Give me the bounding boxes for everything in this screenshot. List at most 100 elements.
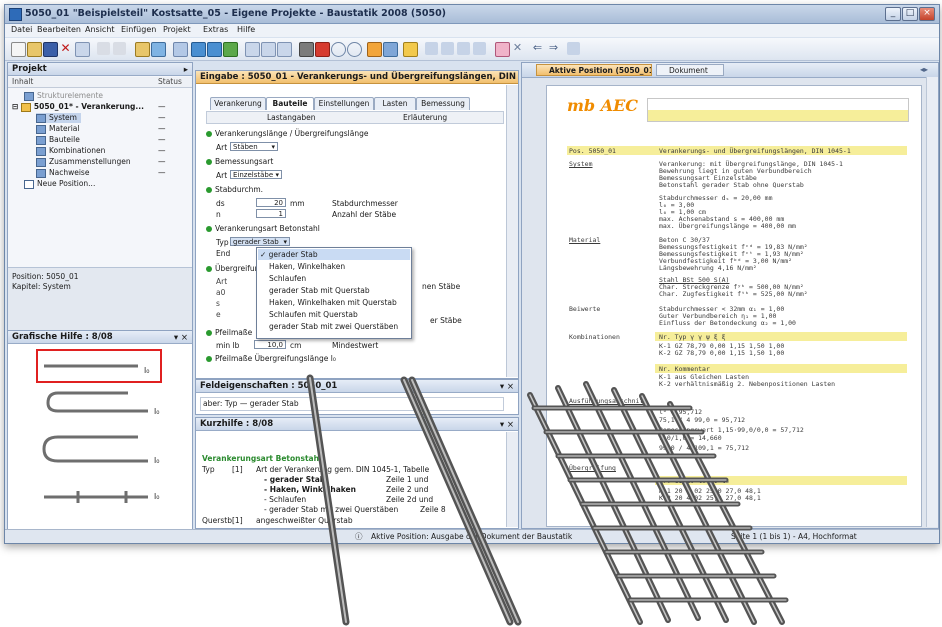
n-input[interactable]: 1 [256,209,286,218]
print-icon[interactable] [299,42,314,57]
calculate-icon[interactable] [135,42,150,57]
redo-icon[interactable] [113,42,126,55]
tab-einstellungen[interactable]: Einstellungen [314,97,374,110]
doc-tool-icon-3[interactable] [457,42,470,55]
doc-tool-icon-4[interactable] [473,42,486,55]
subtab-lastangaben[interactable]: Lastangaben [267,113,315,122]
tab-bauteile[interactable]: Bauteile [266,97,314,110]
pin-close-icon[interactable]: ▾ × [500,419,514,430]
menu-bearbeiten[interactable]: Bearbeiten [37,25,81,34]
menu-hilfe[interactable]: Hilfe [237,25,255,34]
doc-line: Längsbewehrung 4,16 N/mm² [659,264,757,272]
tree-item-neue-position[interactable]: Neue Position... [24,179,95,189]
edit-icon[interactable] [403,42,418,57]
title-bar[interactable]: 5050_01 "Beispielsteil" Kostsatte_05 - E… [5,5,939,24]
tab-bemessung[interactable]: Bemessung [416,97,470,110]
dropdown-option-schlaufen[interactable]: Schlaufen [269,274,306,283]
highlight-icon[interactable] [367,42,382,57]
min-lb-input[interactable]: 10,0 [254,340,286,349]
tab-active-position[interactable]: Aktive Position (5050_01) [536,64,652,76]
clear-icon[interactable]: ✕ [511,42,524,55]
dropdown-option-zwei-querstaebe[interactable]: gerader Stab mit zwei Querstäben [269,322,398,331]
document-scrollbar[interactable] [926,77,938,527]
collapse-icon[interactable]: ⊟ [12,102,21,111]
status-cell: — [158,113,166,122]
menu-projekt[interactable]: Projekt [163,25,191,34]
tab-lasten[interactable]: Lasten [374,97,416,110]
back-arrow-icon[interactable]: ⇐ [531,42,544,55]
zoom-out-icon[interactable] [347,42,362,57]
layout-icon[interactable] [173,42,188,57]
forward-arrow-icon[interactable]: ⇒ [547,42,560,55]
typ-select[interactable]: gerader Stab ▾ [230,237,290,246]
grid-icon[interactable] [207,42,222,57]
doc-tool-icon-5[interactable] [567,42,580,55]
column-inhalt[interactable]: Inhalt [12,77,33,87]
view-icon-3[interactable] [277,42,292,57]
view-icon-1[interactable] [245,42,260,57]
bemessungsart-select[interactable]: Einzelstäbe ▾ [230,170,282,179]
input-scrollbar[interactable] [506,85,518,377]
view-icon-2[interactable] [261,42,276,57]
pin-icon[interactable]: ▸ [184,64,188,75]
art-select[interactable]: Stäben ▾ [230,142,278,151]
menu-extras[interactable]: Extras [203,25,228,34]
dropdown-option-haken[interactable]: Haken, Winkelhaken [269,262,345,271]
tree-item-bauteile[interactable]: Bauteile [36,135,80,145]
field-properties-content: aber: Typ — gerader Stab [200,397,504,411]
menu-ansicht[interactable]: Ansicht [85,25,115,34]
close-button[interactable]: × [919,7,935,21]
undo-icon[interactable] [97,42,110,55]
copy-icon[interactable] [151,42,166,57]
dropdown-option-schlaufen-querstab[interactable]: Schlaufen mit Querstab [269,310,358,319]
chapter-icon [36,113,46,123]
ds-input[interactable]: 20 [256,198,286,207]
chart-icon[interactable] [191,42,206,57]
document-panel: Aktive Position (5050_01) Dokument ◂▸ mb… [521,62,939,529]
pin-close-icon[interactable]: ▾ × [174,332,188,343]
section-uebergreifung-label: Übergreifung [569,464,616,472]
doc-tool-icon-1[interactable] [425,42,438,55]
tree-item-position[interactable]: ⊟ 5050_01* - Verankerung... [12,102,144,112]
maximize-button[interactable]: □ [902,7,918,21]
short-help-panel: Kurzhilfe : 8/08 ▾ × Verankerungsart Bet… [195,417,519,529]
save-icon[interactable] [43,42,58,57]
project-panel-title: Projekt [12,64,47,74]
tab-scroll-arrows-icon[interactable]: ◂▸ [920,65,928,74]
chevron-down-icon: ▾ [275,171,279,179]
short-help-title: Kurzhilfe : 8/08 [200,419,274,429]
short-help-querstab-num: [1] [232,516,243,525]
short-help-scrollbar[interactable] [506,432,518,527]
mark-icon[interactable] [495,42,510,57]
tree-item-material[interactable]: Material [36,124,79,134]
tab-verankerung[interactable]: Verankerung [210,97,266,110]
dropdown-option-gerader-stab[interactable]: ✓ gerader Stab [260,250,318,259]
menu-einfuegen[interactable]: Einfügen [121,25,156,34]
tree-item-system[interactable]: System [36,113,81,123]
pin-close-icon[interactable]: ▾ × [500,381,514,392]
pdf-icon[interactable] [315,42,330,57]
window-icon[interactable] [383,42,398,57]
column-status[interactable]: Status [158,77,182,87]
open-icon[interactable] [27,42,42,57]
status-cell: — [158,135,166,144]
dropdown-option-gerader-stab-querstab[interactable]: gerader Stab mit Querstab [269,286,370,295]
status-page-info: Seite 1 (1 bis 1) - A4, Hochformat [731,532,857,541]
chapter-icon [36,135,46,145]
delete-icon[interactable]: ✕ [59,42,72,55]
new-icon[interactable] [11,42,26,57]
properties-icon[interactable] [75,42,90,57]
tree-item-nachweise[interactable]: Nachweise [36,168,89,178]
tree-item-kombinationen[interactable]: Kombinationen [36,146,105,156]
doc-line: Einfluss der Betondeckung α₂ = 1,00 [659,319,796,327]
export-icon[interactable] [223,42,238,57]
tree-item-strukturelemente[interactable]: Strukturelemente [24,91,103,101]
tree-item-zusammenstellungen[interactable]: Zusammenstellungen [36,157,131,167]
zoom-in-icon[interactable] [331,42,346,57]
doc-tool-icon-2[interactable] [441,42,454,55]
tab-dokument[interactable]: Dokument [656,64,724,76]
dropdown-option-haken-querstab[interactable]: Haken, Winkelhaken mit Querstab [269,298,397,307]
menu-datei[interactable]: Datei [11,25,32,34]
subtab-erlaeuterung[interactable]: Erläuterung [403,113,447,122]
minimize-button[interactable]: _ [885,7,901,21]
